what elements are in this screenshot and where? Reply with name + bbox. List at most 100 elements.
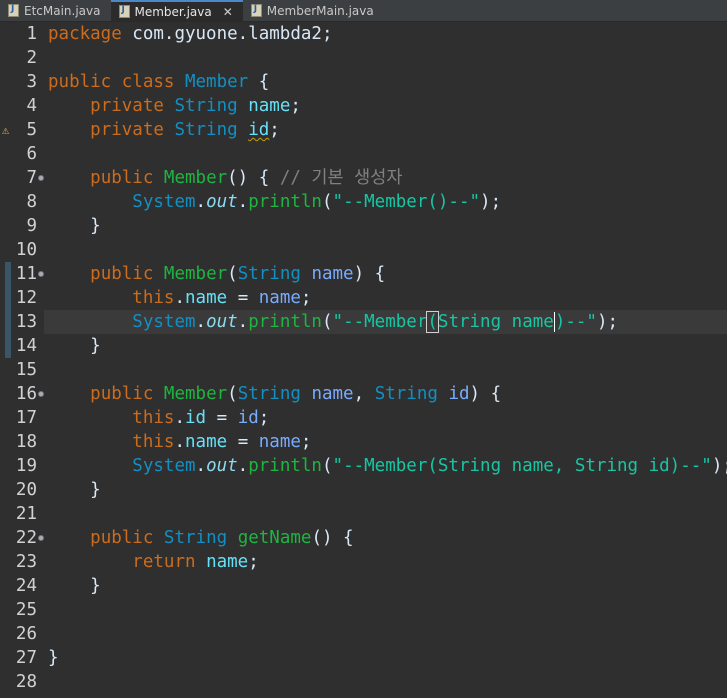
code-token: public — [90, 264, 164, 284]
line-number: 7 — [26, 168, 37, 188]
code-line[interactable]: public Member() { // 기본 생성자 — [44, 166, 727, 190]
code-line[interactable]: package com.gyuone.lambda2; — [44, 22, 727, 46]
code-line[interactable]: } — [44, 214, 727, 238]
code-token: System — [132, 192, 196, 212]
code-editor[interactable]: 1 2 3 4 5 ⚠ 6 7 8 9 10 11 12 13 14 15 16 17 18 19 20 21 22 23 24… — [0, 22, 727, 698]
code-line[interactable]: System.out.println("--Member(String name… — [44, 310, 727, 334]
code-token: ; — [258, 408, 270, 428]
code-token: "--Member()--" — [332, 192, 481, 212]
code-line[interactable]: this.name = name; — [44, 286, 727, 310]
code-token: System — [132, 456, 196, 476]
code-token: () { — [311, 528, 354, 548]
code-token: ) — [553, 312, 566, 332]
code-token: } — [48, 336, 101, 356]
code-line[interactable]: public Member(String name) { — [44, 262, 727, 286]
warning-lightbulb-icon[interactable]: ⚠ — [2, 123, 16, 137]
tab-label: MemberMain.java — [266, 3, 374, 18]
java-file-icon — [250, 4, 262, 17]
code-text: private String name; — [48, 94, 301, 118]
line-number: 18 — [15, 432, 37, 452]
code-token: --" — [565, 312, 597, 332]
code-line[interactable]: public String getName() { — [44, 526, 727, 550]
line-number: 24 — [15, 576, 37, 596]
line-number: 21 — [15, 504, 37, 524]
code-line[interactable]: public class Member { — [44, 70, 727, 94]
code-line[interactable]: System.out.println("--Member()--"); — [44, 190, 727, 214]
tab-label: Member.java — [134, 4, 212, 19]
code-text: System.out.println("--Member()--"); — [48, 190, 501, 214]
code-token: Member — [184, 72, 249, 92]
code-token: String name — [437, 312, 554, 332]
code-token: name — [258, 288, 301, 308]
line-number: 22 — [15, 528, 37, 548]
line-number: 11 — [15, 264, 37, 284]
line-number: 27 — [15, 648, 37, 668]
code-line[interactable]: this.id = id; — [44, 406, 727, 430]
code-line[interactable]: } — [44, 574, 727, 598]
code-token: this — [132, 408, 175, 428]
code-token: ); — [711, 456, 727, 476]
code-token: this — [132, 288, 175, 308]
line-number: 6 — [26, 144, 37, 164]
code-line[interactable] — [44, 598, 727, 622]
code-line[interactable] — [44, 622, 727, 646]
line-number: 23 — [15, 552, 37, 572]
code-token: out — [206, 312, 238, 332]
code-token: ; — [248, 552, 259, 572]
line-number: 2 — [26, 48, 37, 68]
code-token: , — [353, 384, 375, 404]
code-token: ( — [227, 264, 238, 284]
code-token: () { — [227, 168, 280, 188]
code-token: private — [90, 96, 175, 116]
line-number: 14 — [15, 336, 37, 356]
tab-member[interactable]: Member.java ✕ — [110, 0, 243, 21]
code-line[interactable] — [44, 238, 727, 262]
code-line[interactable] — [44, 502, 727, 526]
line-number: 17 — [15, 408, 37, 428]
close-icon[interactable]: ✕ — [223, 5, 233, 19]
code-text: } — [48, 574, 101, 598]
code-text: } — [48, 214, 101, 238]
line-number: 16 — [15, 384, 37, 404]
code-text: } — [48, 646, 59, 670]
code-token: ; — [300, 288, 312, 308]
code-token: println — [248, 456, 322, 476]
code-token: ) { — [469, 384, 502, 404]
code-token: ; — [300, 432, 312, 452]
code-token: ; — [269, 120, 280, 140]
code-line[interactable] — [44, 358, 727, 382]
code-line[interactable]: } — [44, 646, 727, 670]
code-line[interactable]: System.out.println("--Member(String name… — [44, 454, 727, 478]
code-text: public String getName() { — [48, 526, 354, 550]
code-line[interactable]: return name; — [44, 550, 727, 574]
code-line[interactable]: private String id; — [44, 118, 727, 142]
code-line[interactable] — [44, 142, 727, 166]
code-line[interactable]: } — [44, 478, 727, 502]
code-token: // 기본 생성자 — [279, 168, 403, 188]
code-token: . — [195, 456, 207, 476]
tab-etcmain[interactable]: EtcMain.java — [0, 0, 111, 21]
code-line[interactable] — [44, 670, 727, 694]
code-line[interactable]: } — [44, 334, 727, 358]
code-text: public class Member { — [48, 70, 269, 94]
code-line[interactable]: private String name; — [44, 94, 727, 118]
code-line[interactable]: public Member(String name, String id) { — [44, 382, 727, 406]
code-token: ( — [321, 192, 333, 212]
code-token: name — [258, 432, 301, 452]
code-area[interactable]: package com.gyuone.lambda2; public class … — [44, 22, 727, 698]
code-token: Member — [163, 168, 228, 188]
code-token: id — [185, 408, 207, 428]
code-token: String — [374, 384, 449, 404]
line-number: 13 — [15, 312, 37, 332]
code-token: name — [248, 96, 291, 116]
code-line[interactable] — [44, 46, 727, 70]
tab-membermain[interactable]: MemberMain.java — [243, 0, 384, 21]
code-line[interactable]: this.name = name; — [44, 430, 727, 454]
line-number: 25 — [15, 600, 37, 620]
